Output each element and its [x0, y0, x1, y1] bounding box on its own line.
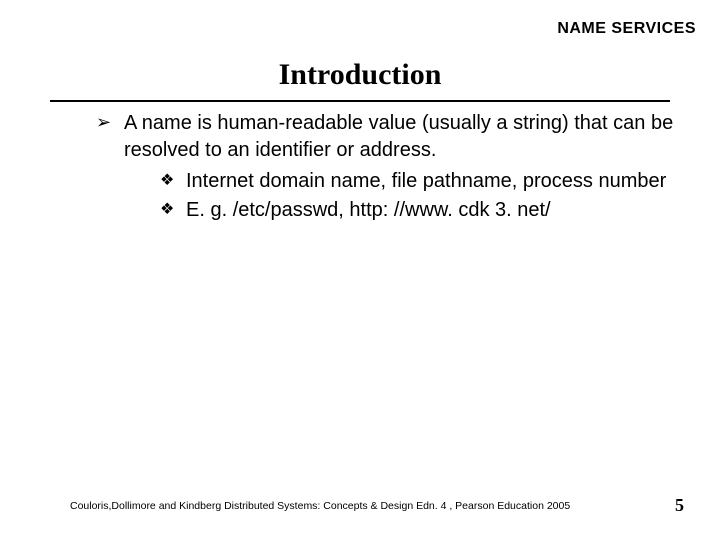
list-item: ➢ A name is human-readable value (usuall… — [96, 110, 690, 164]
diamond-bullet-icon: ❖ — [160, 199, 174, 221]
list-item-text: A name is human-readable value (usually … — [124, 112, 673, 161]
arrow-bullet-icon: ➢ — [96, 110, 111, 134]
footer-citation: Couloris,Dollimore and Kindberg Distribu… — [70, 500, 570, 512]
list-item: ❖ Internet domain name, file pathname, p… — [160, 168, 690, 195]
header-label: NAME SERVICES — [557, 20, 696, 38]
page-title: Introduction — [0, 58, 720, 92]
list-item: ❖ E. g. /etc/passwd, http: //www. cdk 3.… — [160, 197, 690, 224]
list-item-text: E. g. /etc/passwd, http: //www. cdk 3. n… — [186, 199, 551, 221]
diamond-bullet-icon: ❖ — [160, 170, 174, 192]
page-number: 5 — [675, 495, 684, 516]
title-divider — [50, 100, 670, 102]
sublist: ❖ Internet domain name, file pathname, p… — [96, 168, 690, 224]
content-area: ➢ A name is human-readable value (usuall… — [96, 110, 690, 226]
list-item-text: Internet domain name, file pathname, pro… — [186, 170, 666, 192]
